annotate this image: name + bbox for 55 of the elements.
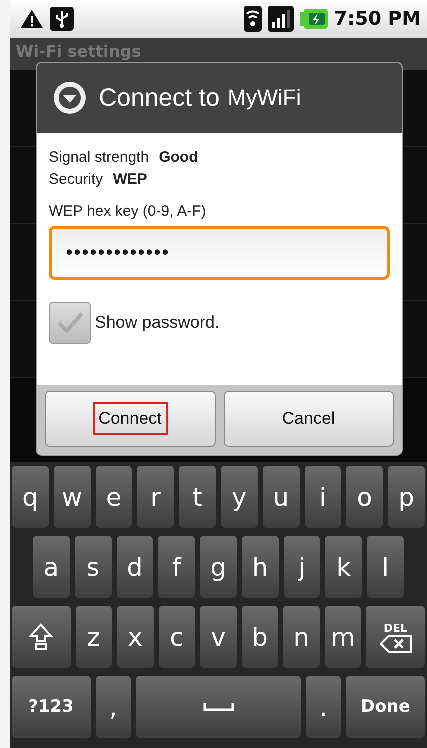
- show-password-label: Show password.: [95, 313, 220, 333]
- keyboard-key[interactable]: a: [33, 536, 70, 598]
- keyboard-key[interactable]: Done: [346, 676, 425, 738]
- keyboard-key[interactable]: o: [346, 466, 384, 528]
- status-time: 7:50 PM: [334, 8, 421, 30]
- keyboard-key[interactable]: u: [262, 466, 300, 528]
- backspace-icon: [380, 634, 412, 652]
- detail-value: Good: [159, 148, 198, 168]
- signal-icon: [268, 6, 294, 32]
- keyboard-key[interactable]: x: [117, 606, 154, 668]
- keyboard-key[interactable]: d: [116, 536, 154, 598]
- keyboard-key[interactable]: s: [74, 536, 112, 598]
- network-name: MyWiFi: [228, 85, 302, 111]
- space-bar-icon: [202, 702, 234, 712]
- keyboard-key[interactable]: w: [54, 466, 91, 528]
- dialog-button[interactable]: Cancel: [224, 391, 394, 447]
- battery-charging-icon: [300, 9, 328, 29]
- checkmark-icon: [55, 311, 85, 335]
- keyboard-key[interactable]: p: [388, 466, 425, 528]
- keyboard-key[interactable]: i: [304, 466, 342, 528]
- keyboard-key[interactable]: f: [158, 536, 196, 598]
- keyboard-key[interactable]: q: [12, 466, 49, 528]
- keyboard-key[interactable]: m: [324, 606, 362, 668]
- keyboard-key[interactable]: c: [158, 606, 196, 668]
- keyboard-key[interactable]: b: [242, 606, 278, 668]
- keyboard-key[interactable]: y: [220, 466, 258, 528]
- keyboard-key[interactable]: g: [200, 536, 237, 598]
- keyboard-key[interactable]: z: [76, 606, 112, 668]
- keyboard-key[interactable]: ?123: [12, 676, 91, 738]
- usb-icon: [50, 7, 74, 31]
- space-key[interactable]: [136, 676, 301, 738]
- keyboard-key[interactable]: e: [96, 466, 132, 528]
- keyboard-key[interactable]: ,: [96, 676, 132, 738]
- shift-arrow-icon: [29, 623, 54, 651]
- keyboard-key[interactable]: n: [283, 606, 320, 668]
- wifi-icon: [244, 6, 262, 32]
- detail-label: Signal strength: [49, 148, 150, 168]
- delete-key[interactable]: DEL: [366, 606, 425, 668]
- keyboard-key[interactable]: t: [179, 466, 216, 528]
- dialog-title: Connect to: [99, 84, 220, 112]
- dialog-button[interactable]: Connect: [45, 391, 216, 447]
- detail-label: Security: [49, 170, 104, 190]
- keyboard-key[interactable]: h: [242, 536, 279, 598]
- password-field[interactable]: •••••••••••••: [49, 226, 390, 280]
- warning-icon: [20, 9, 44, 29]
- keyboard-key[interactable]: .: [306, 676, 342, 738]
- password-label: WEP hex key (0-9, A-F): [49, 203, 208, 220]
- detail-value: WEP: [113, 170, 148, 190]
- keyboard-key[interactable]: v: [200, 606, 237, 668]
- show-password-checkbox[interactable]: [49, 302, 91, 344]
- keyboard-key[interactable]: r: [137, 466, 174, 528]
- keyboard-key[interactable]: l: [367, 536, 404, 598]
- keyboard-key[interactable]: j: [284, 536, 320, 598]
- keyboard-key[interactable]: k: [325, 536, 362, 598]
- shift-key[interactable]: [12, 606, 71, 668]
